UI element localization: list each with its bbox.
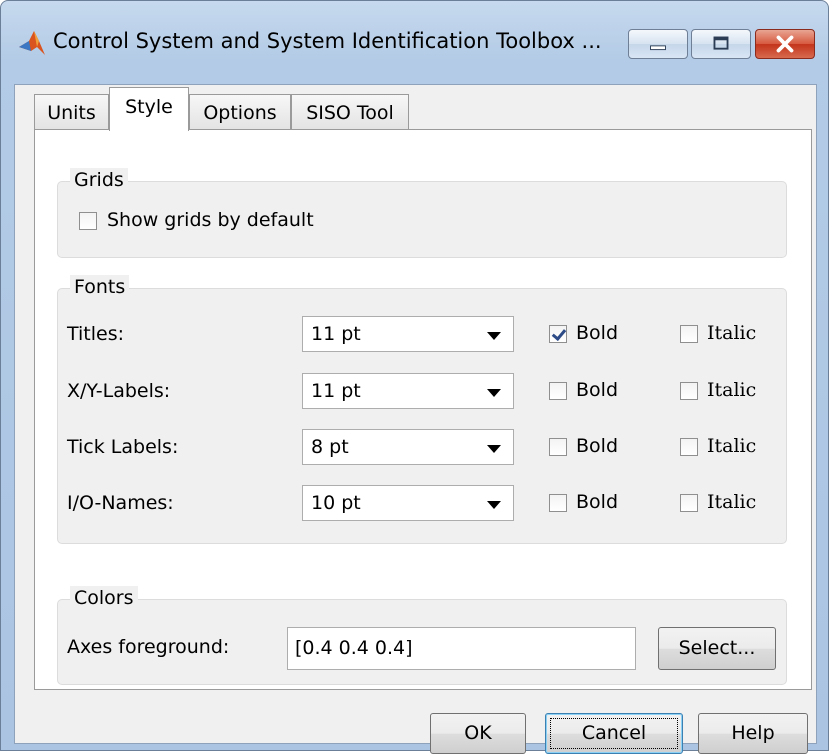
dropdown-arrow-icon — [487, 445, 501, 453]
titles-bold-label[interactable]: Bold — [576, 322, 618, 344]
tick-labels-bold-label[interactable]: Bold — [576, 435, 618, 457]
grids-group: Grids Show grids by default — [57, 168, 787, 258]
dropdown-arrow-icon — [487, 501, 501, 509]
io-names-size-value: 10 pt — [311, 492, 361, 514]
titles-italic-label[interactable]: Italic — [707, 322, 756, 344]
maximize-button[interactable] — [691, 29, 751, 59]
tick-labels-italic-checkbox[interactable] — [680, 438, 698, 456]
minimize-button[interactable] — [628, 29, 688, 59]
io-names-bold-label[interactable]: Bold — [576, 491, 618, 513]
style-tab-panel: Grids Show grids by default Fonts Titles… — [34, 129, 812, 690]
tab-siso-tool[interactable]: SISO Tool — [291, 94, 409, 130]
tick-labels-italic-label[interactable]: Italic — [707, 435, 756, 457]
axes-foreground-input[interactable]: [0.4 0.4 0.4] — [287, 627, 636, 670]
xy-labels-bold-label[interactable]: Bold — [576, 379, 618, 401]
tick-labels-size-select[interactable]: 8 pt — [302, 429, 514, 465]
tab-options[interactable]: Options — [189, 94, 291, 130]
titles-size-select[interactable]: 11 pt — [302, 316, 514, 352]
xy-labels-label: X/Y-Labels: — [67, 380, 171, 402]
io-names-size-select[interactable]: 10 pt — [302, 485, 514, 521]
titles-italic-checkbox[interactable] — [680, 325, 698, 343]
matlab-logo-icon — [19, 31, 45, 55]
titles-label: Titles: — [67, 323, 125, 345]
maximize-icon — [713, 36, 729, 50]
grids-group-label: Grids — [70, 168, 128, 192]
tab-units[interactable]: Units — [34, 94, 109, 130]
colors-group-label: Colors — [70, 586, 138, 610]
cancel-button[interactable]: Cancel — [545, 713, 683, 754]
colors-group: Colors Axes foreground: [0.4 0.4 0.4] Se… — [57, 586, 787, 685]
help-button[interactable]: Help — [698, 713, 808, 754]
fonts-group-label: Fonts — [70, 275, 130, 299]
focus-ring — [550, 718, 678, 749]
fonts-group: Fonts Titles: 11 pt Bold Italic X/Y-Labe… — [57, 275, 787, 544]
dialog-window: Control System and System Identification… — [0, 0, 829, 754]
tab-style[interactable]: Style — [109, 87, 189, 131]
dialog-client-area: Units Style Options SISO Tool Grids Show… — [14, 84, 817, 754]
xy-labels-bold-checkbox[interactable] — [549, 382, 567, 400]
io-names-italic-label[interactable]: Italic — [707, 491, 756, 513]
axes-foreground-label: Axes foreground: — [67, 636, 230, 658]
close-window-button[interactable] — [755, 29, 815, 59]
xy-labels-italic-label[interactable]: Italic — [707, 379, 756, 401]
show-grids-checkbox[interactable] — [79, 212, 97, 230]
xy-labels-size-select[interactable]: 11 pt — [302, 373, 514, 409]
show-grids-label[interactable]: Show grids by default — [107, 209, 314, 231]
titles-size-value: 11 pt — [311, 323, 361, 345]
window-title: Control System and System Identification… — [53, 29, 602, 53]
xy-labels-italic-checkbox[interactable] — [680, 382, 698, 400]
xy-labels-size-value: 11 pt — [311, 380, 361, 402]
axes-foreground-value: [0.4 0.4 0.4] — [295, 637, 413, 659]
tick-labels-bold-checkbox[interactable] — [549, 438, 567, 456]
ok-button[interactable]: OK — [430, 713, 526, 754]
titles-bold-checkbox[interactable] — [549, 325, 567, 343]
select-color-button[interactable]: Select... — [658, 627, 776, 670]
io-names-italic-checkbox[interactable] — [680, 494, 698, 512]
tick-labels-size-value: 8 pt — [311, 436, 349, 458]
close-icon — [776, 35, 794, 53]
title-bar[interactable]: Control System and System Identification… — [1, 1, 828, 85]
tick-labels-label: Tick Labels: — [67, 436, 179, 458]
io-names-bold-checkbox[interactable] — [549, 494, 567, 512]
dropdown-arrow-icon — [487, 332, 501, 340]
minimize-icon — [650, 45, 666, 51]
dropdown-arrow-icon — [487, 389, 501, 397]
io-names-label: I/O-Names: — [67, 492, 174, 514]
